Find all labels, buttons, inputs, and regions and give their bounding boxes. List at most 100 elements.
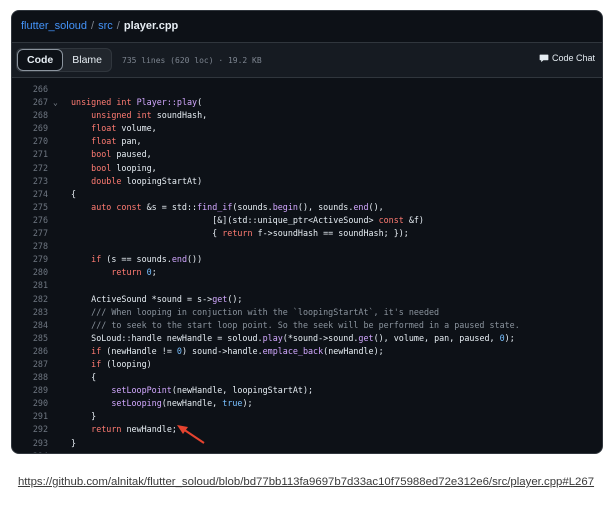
code-text: if (newHandle != 0) sound->handle.emplac…	[91, 345, 384, 356]
code-line: 278	[12, 240, 602, 253]
code-line: 293}	[12, 437, 602, 450]
code-text: [&](std::unique_ptr<ActiveSound> const &…	[71, 214, 424, 225]
code-line: 271 bool paused,	[12, 148, 602, 161]
code-text: { return f->soundHash == soundHash; });	[71, 228, 409, 239]
line-number[interactable]: 287	[12, 358, 48, 371]
line-number[interactable]: 292	[12, 423, 48, 436]
line-number[interactable]: 289	[12, 384, 48, 397]
breadcrumb-separator: /	[91, 19, 95, 32]
code-text: float pan,	[91, 136, 142, 147]
line-number[interactable]: 280	[12, 266, 48, 279]
code-line: 274 {	[12, 188, 602, 201]
line-number[interactable]: 286	[12, 345, 48, 358]
line-number[interactable]: 293	[12, 437, 48, 450]
code-line: 289 setLoopPoint(newHandle, loopingStart…	[12, 384, 602, 397]
code-line: 270 float pan,	[12, 135, 602, 148]
line-number[interactable]: 273	[12, 175, 48, 188]
code-text: }	[71, 411, 97, 422]
code-line: 285 SoLoud::handle newHandle = soloud.pl…	[12, 332, 602, 345]
code-text: SoLoud::handle newHandle = soloud.play(*…	[71, 332, 515, 343]
line-number[interactable]: 266	[12, 83, 48, 96]
code-line: 272 bool looping,	[12, 162, 602, 175]
breadcrumb-file-name: player.cpp	[123, 19, 179, 32]
view-mode-switch: Code Blame	[16, 48, 113, 72]
line-number[interactable]: 288	[12, 371, 48, 384]
breadcrumb: flutter_soloud / src / player.cpp	[12, 11, 602, 40]
code-chat-button[interactable]: Code Chat	[539, 53, 595, 63]
file-meta-info: 735 lines (620 loc) · 19.2 KB	[122, 55, 262, 65]
code-text: bool looping,	[91, 162, 157, 173]
code-line: 276 [&](std::unique_ptr<ActiveSound> con…	[12, 214, 602, 227]
code-text: }	[71, 437, 77, 448]
line-number[interactable]: 285	[12, 332, 48, 345]
line-number[interactable]: 279	[12, 253, 48, 266]
line-number[interactable]: 270	[12, 135, 48, 148]
code-line: 268 unsigned int soundHash,	[12, 109, 602, 122]
code-line: 292 return newHandle;	[12, 423, 602, 436]
code-text: {	[71, 372, 97, 383]
code-line: 277 { return f->soundHash == soundHash; …	[12, 227, 602, 240]
tab-code[interactable]: Code	[17, 49, 64, 71]
code-line: 266	[12, 83, 602, 96]
line-number[interactable]: 294	[12, 450, 48, 453]
code-text: unsigned int Player::play(	[71, 97, 203, 108]
line-number[interactable]: 272	[12, 162, 48, 175]
code-line: 284 /// to seek to the start loop point.…	[12, 319, 602, 332]
line-number[interactable]: 282	[12, 293, 48, 306]
code-line: 282 ActiveSound *sound = s->get();	[12, 293, 602, 306]
line-number[interactable]: 271	[12, 148, 48, 161]
line-number[interactable]: 274	[12, 188, 48, 201]
line-number[interactable]: 284	[12, 319, 48, 332]
code-viewer-window: flutter_soloud / src / player.cpp Code B…	[11, 10, 603, 454]
code-line: 291 }	[12, 410, 602, 423]
code-line: 281	[12, 279, 602, 292]
line-number[interactable]: 283	[12, 306, 48, 319]
code-line: 294	[12, 450, 602, 453]
code-text: bool paused,	[91, 149, 152, 160]
line-number[interactable]: 291	[12, 410, 48, 423]
breadcrumb-separator: /	[116, 19, 120, 32]
code-text: setLoopPoint(newHandle, loopingStartAt);	[111, 385, 314, 396]
line-number[interactable]: 281	[12, 279, 48, 292]
code-text: auto const &s = std::find_if(sounds.begi…	[91, 201, 384, 212]
red-arrow-annotation	[177, 425, 205, 444]
line-number[interactable]: 277	[12, 227, 48, 240]
line-number[interactable]: 268	[12, 109, 48, 122]
breadcrumb-repo-link[interactable]: flutter_soloud	[21, 20, 87, 32]
line-number[interactable]: 275	[12, 201, 48, 214]
code-text: if (looping)	[91, 358, 152, 369]
code-text: float volume,	[91, 123, 157, 134]
code-text: unsigned int soundHash,	[91, 110, 208, 121]
line-number[interactable]: 269	[12, 122, 48, 135]
code-text: setLooping(newHandle, true);	[111, 398, 253, 409]
code-text: double loopingStartAt)	[91, 175, 203, 186]
chat-bubble-icon	[539, 54, 549, 63]
line-number[interactable]: 278	[12, 240, 48, 253]
code-text: /// When looping in conjuction with the …	[91, 306, 440, 317]
code-listing: 266 267 ⌄ unsigned int Player::play(268 uns…	[12, 83, 602, 453]
source-url-caption[interactable]: https://github.com/alnitak/flutter_solou…	[0, 474, 612, 491]
code-line: 273 double loopingStartAt)	[12, 175, 602, 188]
code-text: {	[71, 188, 77, 199]
file-toolbar: Code Blame 735 lines (620 loc) · 19.2 KB…	[12, 42, 602, 78]
line-number[interactable]: 276	[12, 214, 48, 227]
line-number[interactable]: 290	[12, 397, 48, 410]
code-text: return newHandle;	[91, 424, 177, 435]
code-text: if (s == sounds.end())	[91, 254, 203, 265]
code-line: 267 ⌄ unsigned int Player::play(	[12, 96, 602, 109]
tab-blame[interactable]: Blame	[63, 49, 111, 71]
code-chat-label: Code Chat	[551, 53, 595, 63]
code-line: 269 float volume,	[12, 122, 602, 135]
code-line: 275 auto const &s = std::find_if(sounds.…	[12, 201, 602, 214]
breadcrumb-dir-link[interactable]: src	[98, 20, 113, 32]
code-line: 287 if (looping)	[12, 358, 602, 371]
code-line: 290 setLooping(newHandle, true);	[12, 397, 602, 410]
line-number[interactable]: 267	[12, 96, 48, 109]
fold-chevron-icon[interactable]: ⌄	[53, 96, 58, 109]
code-text: return 0;	[111, 267, 157, 278]
code-line: 283 /// When looping in conjuction with …	[12, 306, 602, 319]
code-line: 286 if (newHandle != 0) sound->handle.em…	[12, 345, 602, 358]
code-text: ActiveSound *sound = s->get();	[71, 293, 243, 304]
code-line: 280 return 0;	[12, 266, 602, 279]
code-line: 288 {	[12, 371, 602, 384]
